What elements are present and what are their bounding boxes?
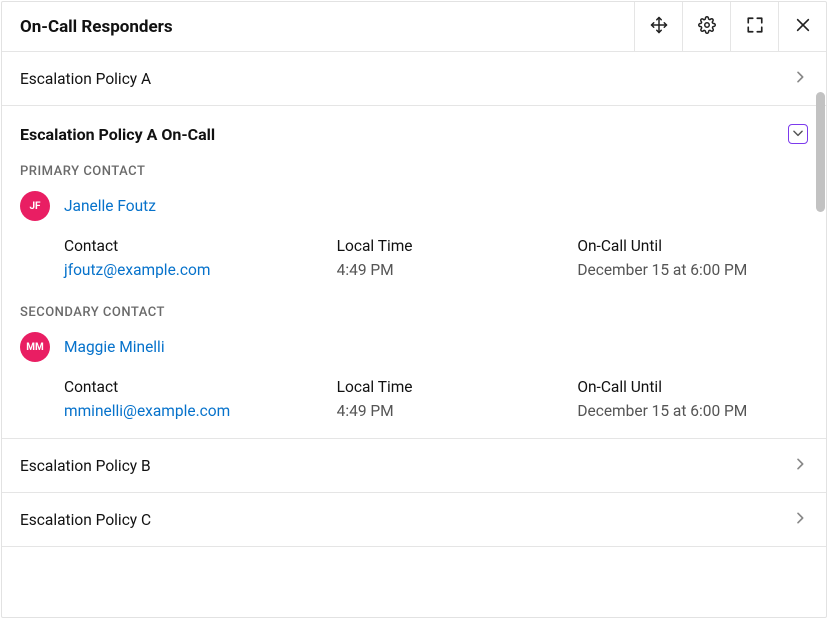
detail-contact: Contact jfoutz@example.com xyxy=(64,237,307,279)
expanded-title: Escalation Policy A On-Call xyxy=(20,125,215,144)
expand-button[interactable] xyxy=(730,2,778,51)
detail-localtime: Local Time 4:49 PM xyxy=(315,237,558,279)
policy-label: Escalation Policy B xyxy=(20,457,151,475)
close-button[interactable] xyxy=(778,2,826,51)
scrollbar-thumb[interactable] xyxy=(816,92,825,212)
detail-label-contact: Contact xyxy=(64,378,307,396)
person-name-link[interactable]: Maggie Minelli xyxy=(64,338,165,356)
section-label-secondary: SECONDARY CONTACT xyxy=(20,305,808,320)
chevron-down-icon xyxy=(791,125,805,144)
person-name-link[interactable]: Janelle Foutz xyxy=(64,197,156,215)
detail-grid: Contact jfoutz@example.com Local Time 4:… xyxy=(20,237,808,279)
move-icon xyxy=(650,16,668,38)
panel-title: On-Call Responders xyxy=(2,17,173,37)
close-icon xyxy=(795,17,811,37)
detail-label-localtime: Local Time xyxy=(337,378,558,396)
primary-contact-section: PRIMARY CONTACT JF Janelle Foutz Contact… xyxy=(20,164,808,279)
policy-row-b[interactable]: Escalation Policy B xyxy=(2,439,826,493)
expand-icon xyxy=(746,16,764,38)
panel-header: On-Call Responders xyxy=(2,2,826,52)
person-row: JF Janelle Foutz xyxy=(20,191,808,221)
chevron-right-icon xyxy=(792,456,808,476)
content-scroll[interactable]: Escalation Policy A Escalation Policy A … xyxy=(2,52,826,617)
on-call-panel: On-Call Responders xyxy=(1,1,827,618)
detail-label-contact: Contact xyxy=(64,237,307,255)
chevron-right-icon xyxy=(792,510,808,530)
policy-row-c[interactable]: Escalation Policy C xyxy=(2,493,826,547)
gear-icon xyxy=(698,16,716,38)
local-time-value: 4:49 PM xyxy=(337,402,558,420)
detail-until: On-Call Until December 15 at 6:00 PM xyxy=(565,378,808,420)
collapse-button[interactable] xyxy=(788,124,808,144)
until-value: December 15 at 6:00 PM xyxy=(577,261,808,279)
avatar: MM xyxy=(20,332,50,362)
expanded-panel: Escalation Policy A On-Call PRIMARY CONT… xyxy=(2,106,826,439)
detail-contact: Contact mminelli@example.com xyxy=(64,378,307,420)
chevron-right-icon xyxy=(792,69,808,89)
detail-grid: Contact mminelli@example.com Local Time … xyxy=(20,378,808,420)
header-buttons xyxy=(634,2,826,51)
secondary-contact-section: SECONDARY CONTACT MM Maggie Minelli Cont… xyxy=(20,305,808,420)
contact-email-link[interactable]: mminelli@example.com xyxy=(64,402,307,420)
detail-until: On-Call Until December 15 at 6:00 PM xyxy=(565,237,808,279)
section-label-primary: PRIMARY CONTACT xyxy=(20,164,808,179)
person-row: MM Maggie Minelli xyxy=(20,332,808,362)
detail-label-localtime: Local Time xyxy=(337,237,558,255)
detail-localtime: Local Time 4:49 PM xyxy=(315,378,558,420)
avatar: JF xyxy=(20,191,50,221)
expanded-header: Escalation Policy A On-Call xyxy=(20,124,808,144)
detail-label-until: On-Call Until xyxy=(577,237,808,255)
policy-label: Escalation Policy A xyxy=(20,70,151,88)
until-value: December 15 at 6:00 PM xyxy=(577,402,808,420)
contact-email-link[interactable]: jfoutz@example.com xyxy=(64,261,307,279)
local-time-value: 4:49 PM xyxy=(337,261,558,279)
policy-label: Escalation Policy C xyxy=(20,511,151,529)
settings-button[interactable] xyxy=(682,2,730,51)
policy-row-a[interactable]: Escalation Policy A xyxy=(2,52,826,106)
move-button[interactable] xyxy=(634,2,682,51)
detail-label-until: On-Call Until xyxy=(577,378,808,396)
